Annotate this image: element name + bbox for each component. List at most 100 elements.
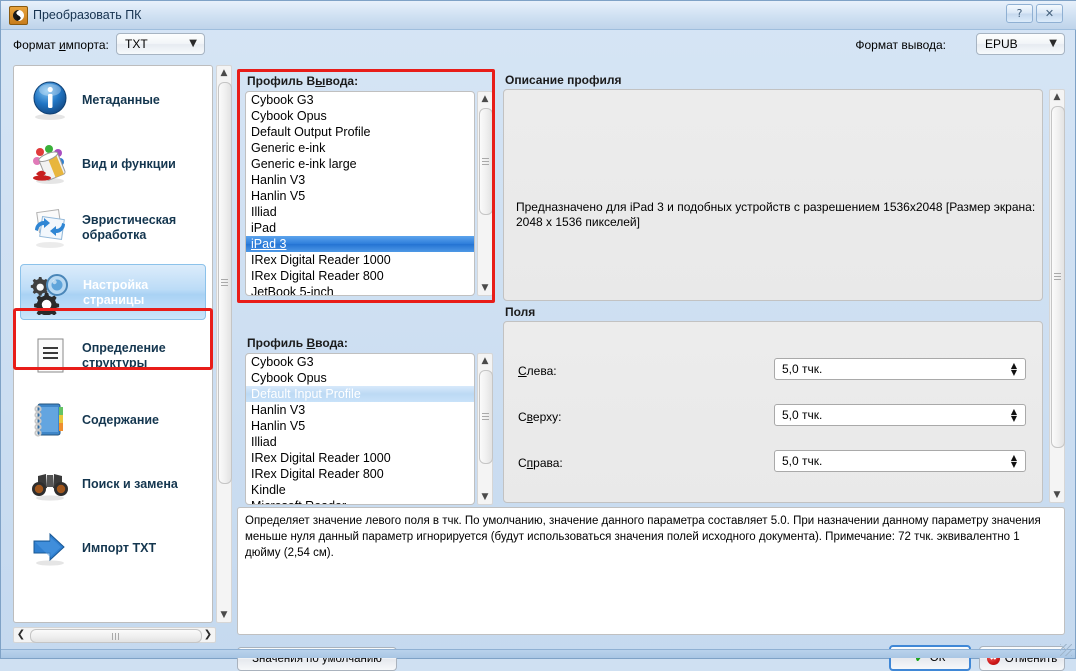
close-button[interactable]: ✕ [1036, 4, 1063, 23]
margin-right-spinner[interactable]: 5,0 тчк. ▲ ▼ [774, 450, 1026, 472]
list-item-selected[interactable]: Default Input Profile [246, 386, 474, 402]
output-profile-scrollbar[interactable]: ▲ ▼ [477, 91, 493, 296]
list-item[interactable]: IRex Digital Reader 1000 [246, 252, 474, 268]
list-item[interactable]: Generic e-ink large [246, 156, 474, 172]
title-bar: Преобразовать ПК ? ✕ [1, 1, 1076, 30]
list-item[interactable]: JetBook 5-inch [246, 284, 474, 295]
help-text-box: Определяет значение левого поля в тчк. П… [237, 507, 1065, 635]
binoculars-icon [26, 462, 74, 506]
list-item[interactable]: IRex Digital Reader 800 [246, 268, 474, 284]
profile-description-box: Предназначено для iPad 3 и подобных устр… [503, 89, 1043, 301]
notebook-icon [26, 398, 74, 442]
help-text: Определяет значение левого поля в тчк. П… [245, 515, 1041, 559]
sidebar-item-table-of-contents[interactable]: Содержание [20, 392, 206, 448]
close-icon: ✕ [1044, 7, 1055, 20]
input-format-combo[interactable]: TXT ▼ [116, 33, 205, 55]
sidebar-item-metadata[interactable]: Метаданные [20, 72, 206, 128]
convert-dialog-window: Преобразовать ПК ? ✕ Формат импорта: TXT… [0, 0, 1076, 671]
sidebar-item-search-and-replace[interactable]: Поиск и замена [20, 456, 206, 512]
scrollbar-thumb[interactable] [479, 108, 493, 215]
scroll-up-icon[interactable]: ▲ [478, 354, 492, 368]
sidebar-list[interactable]: Метаданные Вид и функции Эвристическая о… [13, 65, 213, 623]
margin-top-value: 5,0 тчк. [782, 408, 823, 422]
scroll-up-icon[interactable]: ▲ [217, 66, 231, 80]
list-item[interactable]: Cybook G3 [246, 92, 474, 108]
sidebar-item-structure-detection[interactable]: Определение структуры [20, 328, 206, 384]
dialog-client-area: Формат импорта: TXT ▼ Формат вывода: EPU… [5, 29, 1073, 671]
scrollbar-thumb[interactable] [1051, 106, 1065, 448]
scrollbar-thumb[interactable] [218, 82, 232, 484]
list-item[interactable]: Hanlin V5 [246, 188, 474, 204]
output-profile-label: Профиль Вывода: [247, 74, 359, 88]
list-item[interactable]: Illiad [246, 434, 474, 450]
margin-left-spinner[interactable]: 5,0 тчк. ▲ ▼ [774, 358, 1026, 380]
output-format-combo[interactable]: EPUB ▼ [976, 33, 1065, 55]
scroll-down-icon[interactable]: ▼ [478, 281, 492, 295]
sidebar-item-label: Эвристическая обработка [82, 213, 177, 242]
detail-panel-scrollbar[interactable]: ▲ ▼ [1049, 89, 1065, 503]
format-bar: Формат импорта: TXT ▼ Формат вывода: EPU… [5, 29, 1073, 61]
question-mark-icon: ? [1016, 7, 1023, 20]
list-item[interactable]: Kindle [246, 482, 474, 498]
margin-right-value: 5,0 тчк. [782, 454, 823, 468]
output-format-label: Формат вывода: [855, 38, 946, 52]
scroll-left-icon[interactable]: ❮ [14, 628, 28, 642]
margins-box: Слева: 5,0 тчк. ▲ ▼ Сверху: 5,0 тчк. ▲ ▼ С… [503, 321, 1043, 503]
list-item[interactable]: Illiad [246, 204, 474, 220]
sidebar-item-label: Содержание [82, 412, 160, 427]
list-item[interactable]: Cybook G3 [246, 354, 474, 370]
scroll-up-icon[interactable]: ▲ [478, 92, 492, 106]
scroll-down-icon[interactable]: ▼ [1050, 488, 1064, 502]
help-button[interactable]: ? [1006, 4, 1033, 23]
list-item[interactable]: Microsoft Reader [246, 498, 474, 504]
margin-top-spinner[interactable]: 5,0 тчк. ▲ ▼ [774, 404, 1026, 426]
input-format-label: Формат импорта: [13, 38, 109, 52]
scroll-down-icon[interactable]: ▼ [217, 608, 231, 622]
sidebar-item-label: Импорт TXT [82, 540, 157, 555]
spinner-arrows-icon[interactable]: ▲ ▼ [1009, 453, 1019, 469]
list-item[interactable]: Hanlin V5 [246, 418, 474, 434]
sidebar-item-page-setup[interactable]: Настройка страницы [20, 264, 206, 320]
output-profile-list[interactable]: Cybook G3 Cybook Opus Default Output Pro… [245, 91, 475, 296]
list-item-selected[interactable]: iPad 3 [246, 236, 474, 252]
sidebar-scrollbar-vertical[interactable]: ▲ ▼ [216, 65, 232, 623]
list-item[interactable]: Cybook Opus [246, 370, 474, 386]
sidebar-item-heuristic-processing[interactable]: Эвристическая обработка [20, 200, 206, 256]
list-item[interactable]: IRex Digital Reader 800 [246, 466, 474, 482]
input-profile-list[interactable]: Cybook G3 Cybook Opus Default Input Prof… [245, 353, 475, 505]
input-profile-label: Профиль Ввода: [247, 336, 348, 350]
status-bar [1, 649, 1075, 658]
list-item[interactable]: iPad [246, 220, 474, 236]
scroll-up-icon[interactable]: ▲ [1050, 90, 1064, 104]
list-item[interactable]: Generic e-ink [246, 140, 474, 156]
margin-top-label: Сверху: [518, 410, 562, 424]
list-item[interactable]: Hanlin V3 [246, 402, 474, 418]
list-item[interactable]: Cybook Opus [246, 108, 474, 124]
scroll-right-icon[interactable]: ❯ [201, 628, 215, 642]
sidebar-scrollbar-horizontal[interactable]: ❮ ❯ [13, 627, 216, 643]
calibre-icon [9, 6, 28, 25]
sidebar-item-look-and-feel[interactable]: Вид и функции [20, 136, 206, 192]
margin-left-value: 5,0 тчк. [782, 362, 823, 376]
chevron-down-icon: ▼ [189, 38, 197, 49]
sidebar-item-label: Метаданные [82, 92, 160, 107]
scrollbar-thumb[interactable] [479, 370, 493, 464]
list-item[interactable]: IRex Digital Reader 1000 [246, 450, 474, 466]
sidebar-item-label: Настройка страницы [83, 278, 149, 307]
resize-grip-icon[interactable] [1060, 644, 1072, 656]
spinner-arrows-icon[interactable]: ▲ ▼ [1009, 361, 1019, 377]
input-format-value: TXT [125, 37, 148, 51]
gears-icon [27, 271, 75, 318]
scroll-down-icon[interactable]: ▼ [478, 490, 492, 504]
input-profile-scrollbar[interactable]: ▲ ▼ [477, 353, 493, 505]
scrollbar-thumb[interactable] [30, 629, 202, 643]
spinner-arrows-icon[interactable]: ▲ ▼ [1009, 407, 1019, 423]
sidebar-item-txt-input[interactable]: Импорт TXT [20, 520, 206, 576]
list-item[interactable]: Hanlin V3 [246, 172, 474, 188]
paint-bucket-icon [26, 142, 74, 186]
window-title: Преобразовать ПК [33, 8, 142, 22]
info-icon [26, 78, 74, 122]
list-item[interactable]: Default Output Profile [246, 124, 474, 140]
sidebar-item-label: Вид и функции [82, 156, 176, 171]
sidebar-item-label: Определение структуры [82, 341, 166, 370]
